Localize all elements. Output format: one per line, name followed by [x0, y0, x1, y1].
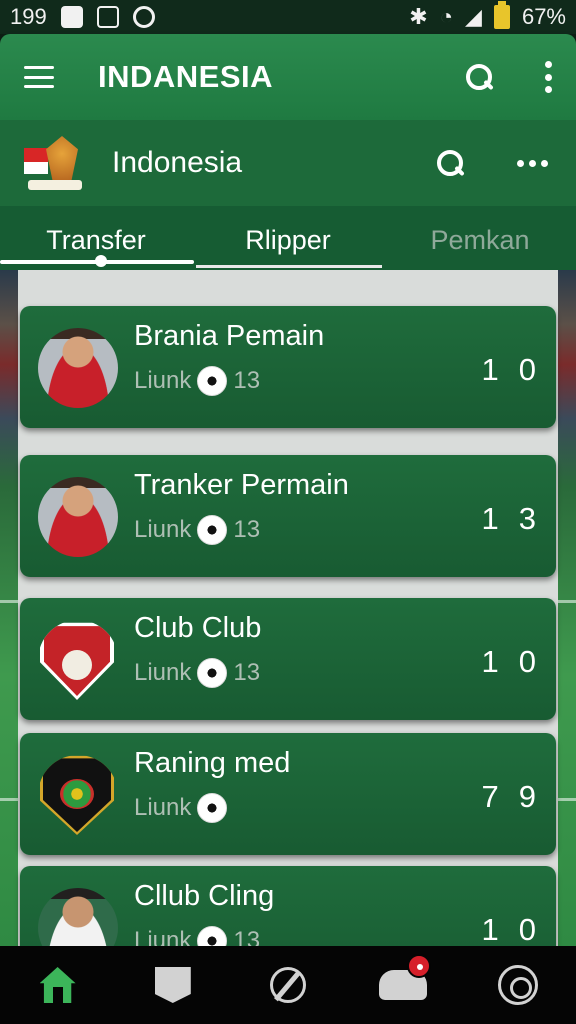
- item-meta-value: 13: [233, 659, 261, 686]
- battery-icon: [493, 1, 510, 29]
- nav-target[interactable]: [488, 955, 548, 1015]
- item-name: Cllub Cling: [134, 880, 275, 912]
- item-score: 1 3: [482, 501, 537, 537]
- team-header: Indonesia: [0, 120, 576, 206]
- list-item[interactable]: Tranker Permain Liunk 13 1 3: [20, 455, 556, 577]
- crest-icon: [18, 130, 86, 196]
- shield-icon: [154, 967, 191, 1003]
- target-icon: [498, 965, 539, 1005]
- more-vert-icon[interactable]: [544, 61, 552, 93]
- item-meta-label: Liunk: [134, 659, 192, 686]
- gamepad-icon: [96, 6, 119, 28]
- item-meta-label: Liunk: [134, 794, 192, 821]
- list-item[interactable]: Club Club Liunk 13 1 0: [20, 598, 556, 720]
- score-a: 1: [481, 912, 499, 947]
- app-title: INDANESIA: [98, 59, 274, 94]
- item-name: Club Club: [134, 612, 262, 644]
- item-meta: Liunk 13: [134, 366, 260, 396]
- club-crest-icon: [38, 620, 118, 700]
- bluetooth-icon: ✱: [409, 4, 428, 29]
- add-box-icon: [60, 6, 83, 28]
- score-a: 1: [481, 644, 499, 679]
- bottom-nav: [0, 946, 576, 1024]
- circle-app-icon: [132, 6, 155, 28]
- item-name: Brania Pemain: [134, 320, 325, 352]
- item-meta: Liunk 13: [134, 515, 260, 545]
- item-meta: Liunk: [134, 793, 228, 823]
- club-crest-icon: [38, 755, 118, 835]
- item-meta-label: Liunk: [134, 367, 192, 394]
- score-b: 0: [518, 644, 536, 679]
- chat-icon: [379, 954, 432, 1000]
- app-bar: INDANESIA: [0, 34, 576, 120]
- score-a: 1: [481, 352, 499, 387]
- menu-icon[interactable]: [24, 66, 54, 88]
- item-name: Tranker Permain: [134, 469, 349, 501]
- score-b: 0: [518, 912, 536, 947]
- battery-percent: 67%: [521, 4, 566, 29]
- item-score: 1 0: [482, 352, 537, 388]
- team-name: Indonesia: [112, 146, 243, 179]
- item-name: Raning med: [134, 747, 291, 779]
- tab-pemkan[interactable]: Pemkan: [384, 221, 576, 256]
- score-b: 0: [518, 352, 536, 387]
- nav-match[interactable]: [258, 955, 318, 1015]
- list-item[interactable]: Raning med Liunk 7 9: [20, 733, 556, 855]
- soccer-ball-icon: [197, 658, 228, 688]
- item-score: 1 0: [482, 644, 537, 680]
- nav-home[interactable]: [28, 955, 88, 1015]
- home-icon: [39, 967, 76, 1003]
- soccer-ball-icon: [197, 366, 228, 396]
- team-search-icon[interactable]: [435, 148, 465, 178]
- status-time: 199: [10, 4, 47, 29]
- nav-chat[interactable]: [373, 954, 433, 1015]
- item-meta-value: 13: [233, 367, 261, 394]
- item-score: 1 0: [482, 912, 537, 948]
- tab-indicator-track: [196, 265, 382, 268]
- score-a: 1: [481, 501, 499, 536]
- item-score: 7 9: [482, 779, 537, 815]
- score-b: 9: [518, 779, 536, 814]
- tab-transfer[interactable]: Transfer: [0, 221, 192, 256]
- item-meta-value: 13: [233, 516, 261, 543]
- more-horiz-icon[interactable]: [517, 159, 548, 167]
- item-meta: Liunk 13: [134, 658, 260, 688]
- tab-rlipper[interactable]: Rlipper: [192, 221, 384, 256]
- tab-indicator-dot: [95, 255, 107, 267]
- player-avatar: [38, 328, 118, 408]
- search-icon[interactable]: [464, 62, 494, 92]
- status-bar: 199 ✱ ◔ ◢ 67%: [0, 0, 576, 34]
- wifi-icon: ◔: [439, 4, 454, 29]
- score-a: 7: [481, 779, 499, 814]
- signal-icon: ◢: [465, 4, 482, 29]
- item-meta-label: Liunk: [134, 516, 192, 543]
- list-item[interactable]: Brania Pemain Liunk 13 1 0: [20, 306, 556, 428]
- player-avatar: [38, 477, 118, 557]
- soccer-ball-icon: [197, 515, 228, 545]
- nav-club[interactable]: [143, 955, 203, 1015]
- notification-badge: [407, 954, 432, 978]
- ball-icon: [269, 967, 306, 1003]
- soccer-ball-icon: [197, 793, 228, 823]
- score-b: 3: [518, 501, 536, 536]
